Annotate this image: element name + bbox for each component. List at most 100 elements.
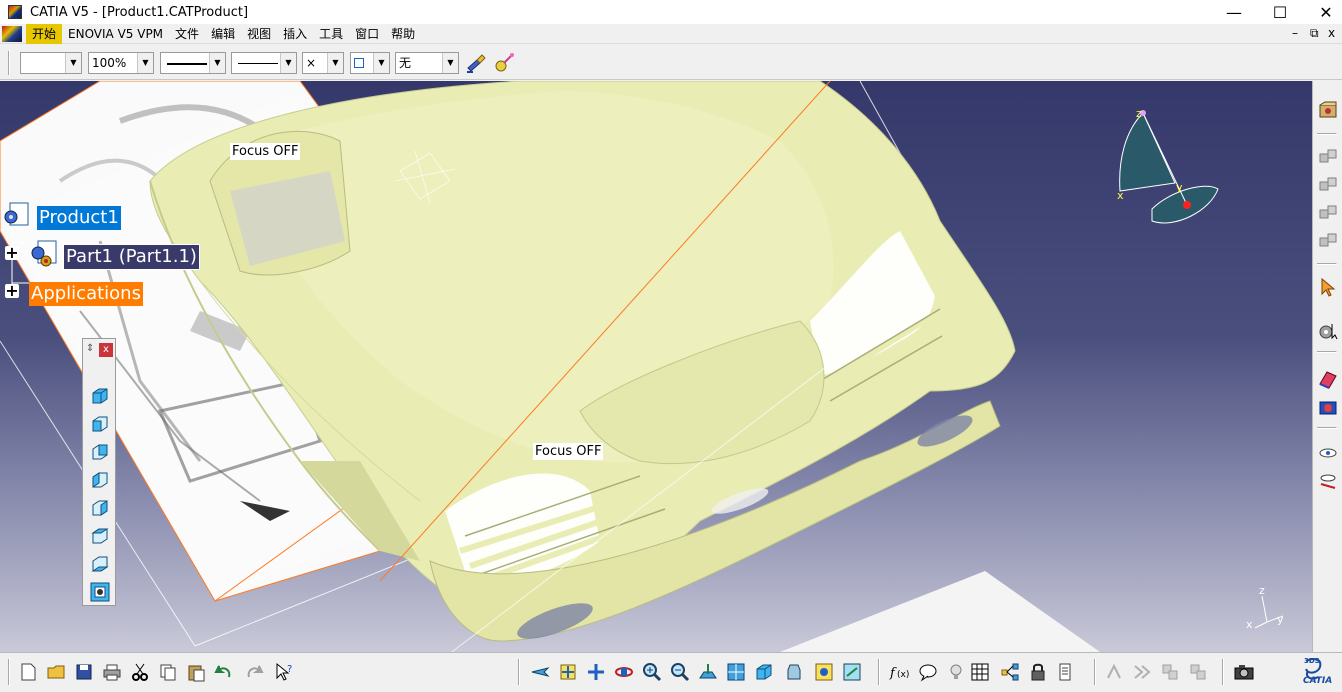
menu-enovia[interactable]: ENOVIA V5 VPM bbox=[62, 24, 169, 44]
view-mode-button[interactable] bbox=[782, 660, 806, 684]
named-views-button[interactable] bbox=[89, 581, 111, 603]
panel-grip-icon[interactable]: ⇕ bbox=[86, 343, 94, 354]
hide-show-bottom-button[interactable] bbox=[812, 660, 836, 684]
select-button[interactable] bbox=[1316, 275, 1340, 299]
menu-edit[interactable]: 编辑 bbox=[205, 24, 241, 44]
toolbar-grip[interactable] bbox=[8, 51, 10, 75]
measure-button[interactable] bbox=[1316, 395, 1340, 419]
zoom-in-button[interactable] bbox=[640, 660, 664, 684]
catalog-browser-button[interactable] bbox=[1316, 99, 1340, 123]
chevron-down-icon[interactable]: ▼ bbox=[373, 53, 389, 73]
normal-view-button[interactable] bbox=[696, 660, 720, 684]
left-view-button[interactable] bbox=[89, 469, 111, 491]
quick-view-button[interactable] bbox=[752, 660, 776, 684]
formula-button[interactable]: f (x) bbox=[888, 660, 912, 684]
back-view-button[interactable] bbox=[89, 441, 111, 463]
section-button[interactable] bbox=[1316, 367, 1340, 391]
mdi-minimize-button[interactable]: – bbox=[1292, 26, 1298, 40]
menu-insert[interactable]: 插入 bbox=[277, 24, 313, 44]
menu-file[interactable]: 文件 bbox=[169, 24, 205, 44]
expand-applications-icon[interactable]: + bbox=[5, 283, 19, 299]
copy-button[interactable] bbox=[156, 660, 180, 684]
chevron-down-icon[interactable]: ▼ bbox=[280, 53, 296, 73]
line-thickness-combo[interactable]: ▼ bbox=[160, 52, 226, 74]
paste-button[interactable] bbox=[184, 660, 208, 684]
constraint-button-2[interactable] bbox=[1316, 173, 1340, 197]
constraint-button-4[interactable] bbox=[1316, 229, 1340, 253]
rotate-button[interactable] bbox=[612, 660, 636, 684]
print-button[interactable] bbox=[100, 660, 124, 684]
menu-tools[interactable]: 工具 bbox=[313, 24, 349, 44]
capture-button[interactable] bbox=[1232, 660, 1256, 684]
transparency-combo[interactable]: 100% ▼ bbox=[88, 52, 154, 74]
part-icon[interactable] bbox=[28, 239, 58, 267]
front-view-button[interactable] bbox=[89, 413, 111, 435]
fly-mode-button[interactable] bbox=[528, 660, 552, 684]
menu-help[interactable]: 帮助 bbox=[385, 24, 421, 44]
multi-view-button[interactable] bbox=[724, 660, 748, 684]
expand-part1-icon[interactable]: + bbox=[5, 245, 19, 261]
cut-button[interactable] bbox=[128, 660, 152, 684]
tree-node-part1[interactable]: Part1 (Part1.1) bbox=[63, 244, 200, 270]
format-painter-button[interactable] bbox=[464, 51, 488, 75]
camera-icon bbox=[1234, 665, 1254, 680]
swap-visible-space-button[interactable] bbox=[1316, 469, 1340, 493]
graphic-properties-wizard-button[interactable] bbox=[492, 51, 516, 75]
color-combo[interactable]: ▼ bbox=[20, 52, 82, 74]
toolbar-grip[interactable] bbox=[8, 659, 10, 685]
panel-close-button[interactable]: x bbox=[99, 343, 113, 357]
isometric-view-button[interactable] bbox=[89, 385, 111, 407]
table-button[interactable] bbox=[968, 660, 992, 684]
new-button[interactable] bbox=[16, 660, 40, 684]
redo-button[interactable] bbox=[242, 660, 266, 684]
comment-button[interactable] bbox=[916, 660, 940, 684]
close-window-button[interactable]: ✕ bbox=[1303, 0, 1342, 24]
chevron-down-icon[interactable]: ▼ bbox=[327, 53, 343, 73]
menu-window[interactable]: 窗口 bbox=[349, 24, 385, 44]
open-button[interactable] bbox=[44, 660, 68, 684]
menu-start[interactable]: 开始 bbox=[26, 23, 63, 44]
fit-all-in-button[interactable] bbox=[556, 660, 580, 684]
minimize-button[interactable]: — bbox=[1211, 0, 1257, 24]
mdi-restore-button[interactable]: ⧉ bbox=[1310, 26, 1319, 41]
hide-show-button[interactable] bbox=[1316, 441, 1340, 465]
product-structure-button[interactable] bbox=[998, 660, 1022, 684]
top-view-button[interactable] bbox=[89, 525, 111, 547]
light-button[interactable] bbox=[944, 660, 968, 684]
system-menu-icon[interactable] bbox=[2, 25, 22, 42]
menu-view[interactable]: 视图 bbox=[241, 24, 277, 44]
disabled-tool-4[interactable] bbox=[1186, 660, 1210, 684]
disabled-tool-1[interactable] bbox=[1102, 660, 1126, 684]
lock-button[interactable] bbox=[1026, 660, 1050, 684]
3d-viewport[interactable]: z x y Focus OFF Focus OFF Product1 + Par… bbox=[0, 81, 1312, 652]
maximize-button[interactable]: ☐ bbox=[1257, 0, 1303, 24]
chevron-down-icon[interactable]: ▼ bbox=[442, 53, 458, 73]
chevron-down-icon[interactable]: ▼ bbox=[137, 53, 153, 73]
point-symbol-combo[interactable]: × ▼ bbox=[302, 52, 344, 74]
save-button[interactable] bbox=[72, 660, 96, 684]
undo-button[interactable] bbox=[212, 660, 236, 684]
pan-button[interactable] bbox=[584, 660, 608, 684]
constraint-button-3[interactable] bbox=[1316, 201, 1340, 225]
bill-of-material-button[interactable] bbox=[1054, 660, 1078, 684]
swap-space-bottom-button[interactable] bbox=[840, 660, 864, 684]
chevron-down-icon[interactable]: ▼ bbox=[209, 53, 225, 73]
right-view-button[interactable] bbox=[89, 497, 111, 519]
tree-node-applications[interactable]: Applications bbox=[29, 282, 143, 306]
panel-header[interactable]: ⇕ x bbox=[83, 339, 115, 361]
disabled-tool-3[interactable] bbox=[1158, 660, 1182, 684]
line-type-combo[interactable]: ▼ bbox=[231, 52, 297, 74]
rendering-style-combo[interactable]: ▼ bbox=[350, 52, 390, 74]
chevron-down-icon[interactable]: ▼ bbox=[65, 53, 81, 73]
disabled-tool-2[interactable] bbox=[1130, 660, 1154, 684]
bottom-view-button[interactable] bbox=[89, 553, 111, 575]
constraint-button-1[interactable] bbox=[1316, 145, 1340, 169]
product-icon[interactable] bbox=[2, 201, 32, 229]
whats-this-button[interactable]: ? bbox=[272, 660, 296, 684]
layer-combo[interactable]: 无 ▼ bbox=[395, 52, 459, 74]
zoom-out-button[interactable] bbox=[668, 660, 692, 684]
manipulation-button[interactable] bbox=[1316, 319, 1340, 343]
compass[interactable] bbox=[1119, 110, 1219, 224]
mdi-close-button[interactable]: x bbox=[1328, 26, 1335, 40]
tree-node-product1[interactable]: Product1 bbox=[37, 206, 121, 230]
